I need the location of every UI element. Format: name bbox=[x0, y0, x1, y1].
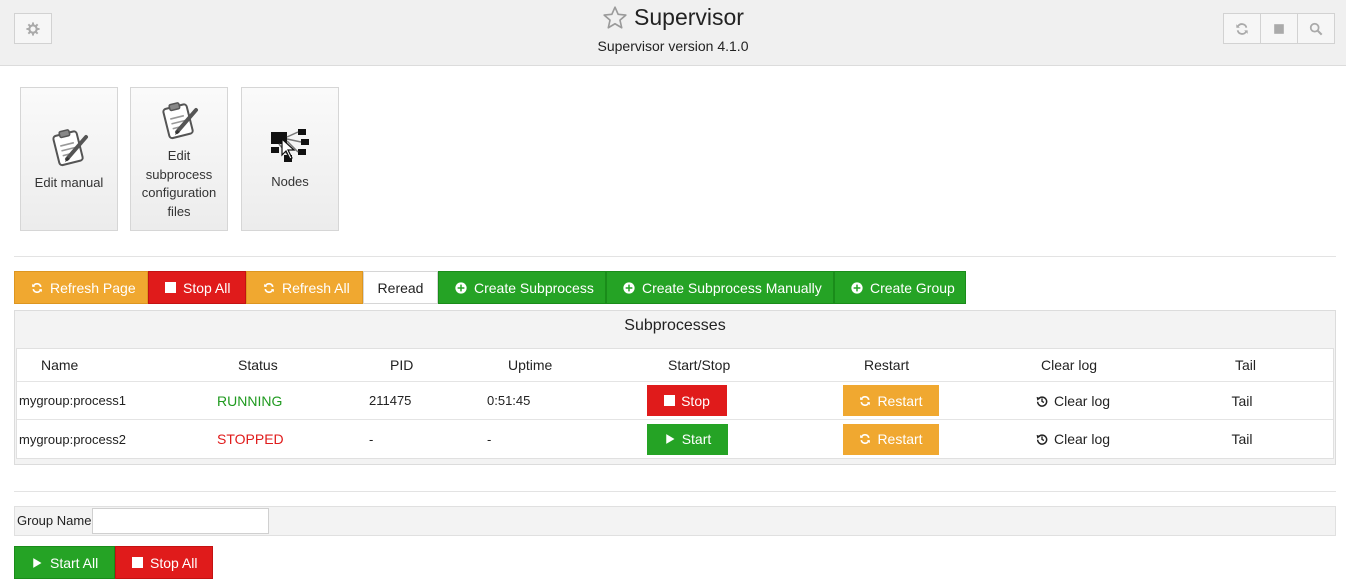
subprocesses-panel: Subprocesses Name Status PID Uptime Star… bbox=[14, 310, 1336, 465]
tile-edit-config[interactable]: Edit subprocess configuration files bbox=[130, 87, 228, 231]
stop-button[interactable] bbox=[1260, 13, 1298, 44]
start-all-button[interactable]: Start All bbox=[14, 546, 115, 579]
column-header: PID bbox=[390, 357, 414, 373]
clear-log-button[interactable]: Clear log bbox=[1020, 385, 1126, 416]
tile-label: Nodes bbox=[271, 173, 309, 189]
process-pid: - bbox=[369, 431, 374, 447]
stop-all-group-button[interactable]: Stop All bbox=[115, 546, 213, 579]
refresh-all-button[interactable]: Refresh All bbox=[246, 271, 363, 304]
plus-circle-icon bbox=[851, 281, 863, 294]
divider bbox=[14, 256, 1336, 257]
stop-process-button[interactable]: Stop bbox=[647, 385, 727, 416]
restart-process-button[interactable]: Restart bbox=[843, 423, 939, 455]
process-uptime: - bbox=[487, 431, 492, 447]
tile-edit-manual[interactable]: Edit manual bbox=[20, 87, 118, 231]
table-row: mygroup:process2 STOPPED - - Start Resta… bbox=[17, 420, 1333, 458]
refresh-icon bbox=[860, 434, 871, 444]
page-title: Supervisor bbox=[634, 4, 744, 30]
create-group-button[interactable]: Create Group bbox=[834, 271, 966, 304]
stop-icon bbox=[1274, 23, 1284, 34]
column-header: Clear log bbox=[1041, 357, 1098, 373]
history-icon bbox=[1036, 395, 1048, 407]
action-toolbar: Refresh Page Stop All Refresh All Reread… bbox=[14, 271, 966, 304]
start-process-button[interactable]: Start bbox=[647, 423, 728, 455]
group-actions: Start All Stop All bbox=[14, 546, 213, 579]
stop-icon bbox=[664, 395, 676, 406]
restart-process-button[interactable]: Restart bbox=[843, 385, 939, 416]
stop-icon bbox=[165, 282, 176, 293]
clipboard-edit-icon bbox=[162, 102, 198, 140]
tile-label: Edit subprocess configuration files bbox=[141, 148, 217, 219]
process-name: mygroup:process2 bbox=[19, 431, 126, 447]
version-text: Supervisor version 4.1.0 bbox=[597, 37, 749, 54]
history-icon bbox=[1036, 434, 1048, 445]
column-header: Tail bbox=[1235, 357, 1257, 373]
plus-circle-icon bbox=[455, 281, 467, 294]
refresh-icon bbox=[860, 395, 871, 406]
column-header: Status bbox=[238, 357, 278, 373]
status-badge: RUNNING bbox=[217, 392, 283, 409]
status-badge: STOPPED bbox=[217, 431, 284, 447]
group-name-input[interactable] bbox=[92, 508, 269, 534]
column-header: Name bbox=[41, 357, 79, 373]
play-icon bbox=[33, 557, 42, 568]
refresh-icon bbox=[1236, 22, 1248, 35]
tile-label: Edit manual bbox=[34, 174, 104, 190]
search-button[interactable] bbox=[1297, 13, 1335, 44]
clear-log-button[interactable]: Clear log bbox=[1020, 423, 1126, 455]
app-header: Supervisor Supervisor version 4.1.0 bbox=[0, 0, 1346, 66]
clipboard-edit-icon bbox=[52, 128, 88, 166]
process-uptime: 0:51:45 bbox=[487, 393, 531, 408]
column-header: Start/Stop bbox=[668, 357, 731, 373]
process-name: mygroup:process1 bbox=[19, 393, 126, 408]
star-icon[interactable] bbox=[602, 5, 628, 31]
refresh-icon bbox=[264, 282, 274, 293]
stop-icon bbox=[132, 557, 143, 568]
refresh-icon bbox=[32, 282, 42, 293]
column-header: Restart bbox=[864, 357, 910, 373]
table-row: mygroup:process1 RUNNING 211475 0:51:45 … bbox=[17, 382, 1333, 420]
network-nodes-icon bbox=[271, 128, 309, 162]
search-icon bbox=[1309, 22, 1323, 35]
subprocesses-table: Name Status PID Uptime Start/Stop Restar… bbox=[16, 348, 1334, 459]
refresh-page-button[interactable]: Refresh Page bbox=[14, 271, 148, 304]
tile-nodes[interactable]: Nodes bbox=[241, 87, 339, 231]
play-icon bbox=[665, 434, 675, 444]
table-header-row: Name Status PID Uptime Start/Stop Restar… bbox=[17, 349, 1333, 382]
tail-button[interactable]: Tail bbox=[1215, 385, 1269, 416]
create-subprocess-button[interactable]: Create Subprocess bbox=[438, 271, 606, 304]
tail-button[interactable]: Tail bbox=[1215, 423, 1269, 455]
process-pid: 211475 bbox=[369, 393, 412, 408]
create-subprocess-manually-button[interactable]: Create Subprocess Manually bbox=[606, 271, 834, 304]
reread-button[interactable]: Reread bbox=[363, 271, 438, 304]
plus-circle-icon bbox=[623, 281, 635, 294]
title-block: Supervisor Supervisor version 4.1.0 bbox=[0, 4, 1346, 54]
stop-all-button[interactable]: Stop All bbox=[148, 271, 246, 304]
refresh-button[interactable] bbox=[1223, 13, 1261, 44]
group-name-label: Group Name bbox=[17, 513, 92, 528]
divider bbox=[14, 491, 1336, 492]
column-header: Uptime bbox=[508, 357, 553, 373]
group-form: Group Name bbox=[14, 506, 1336, 536]
panel-title: Subprocesses bbox=[624, 317, 726, 334]
